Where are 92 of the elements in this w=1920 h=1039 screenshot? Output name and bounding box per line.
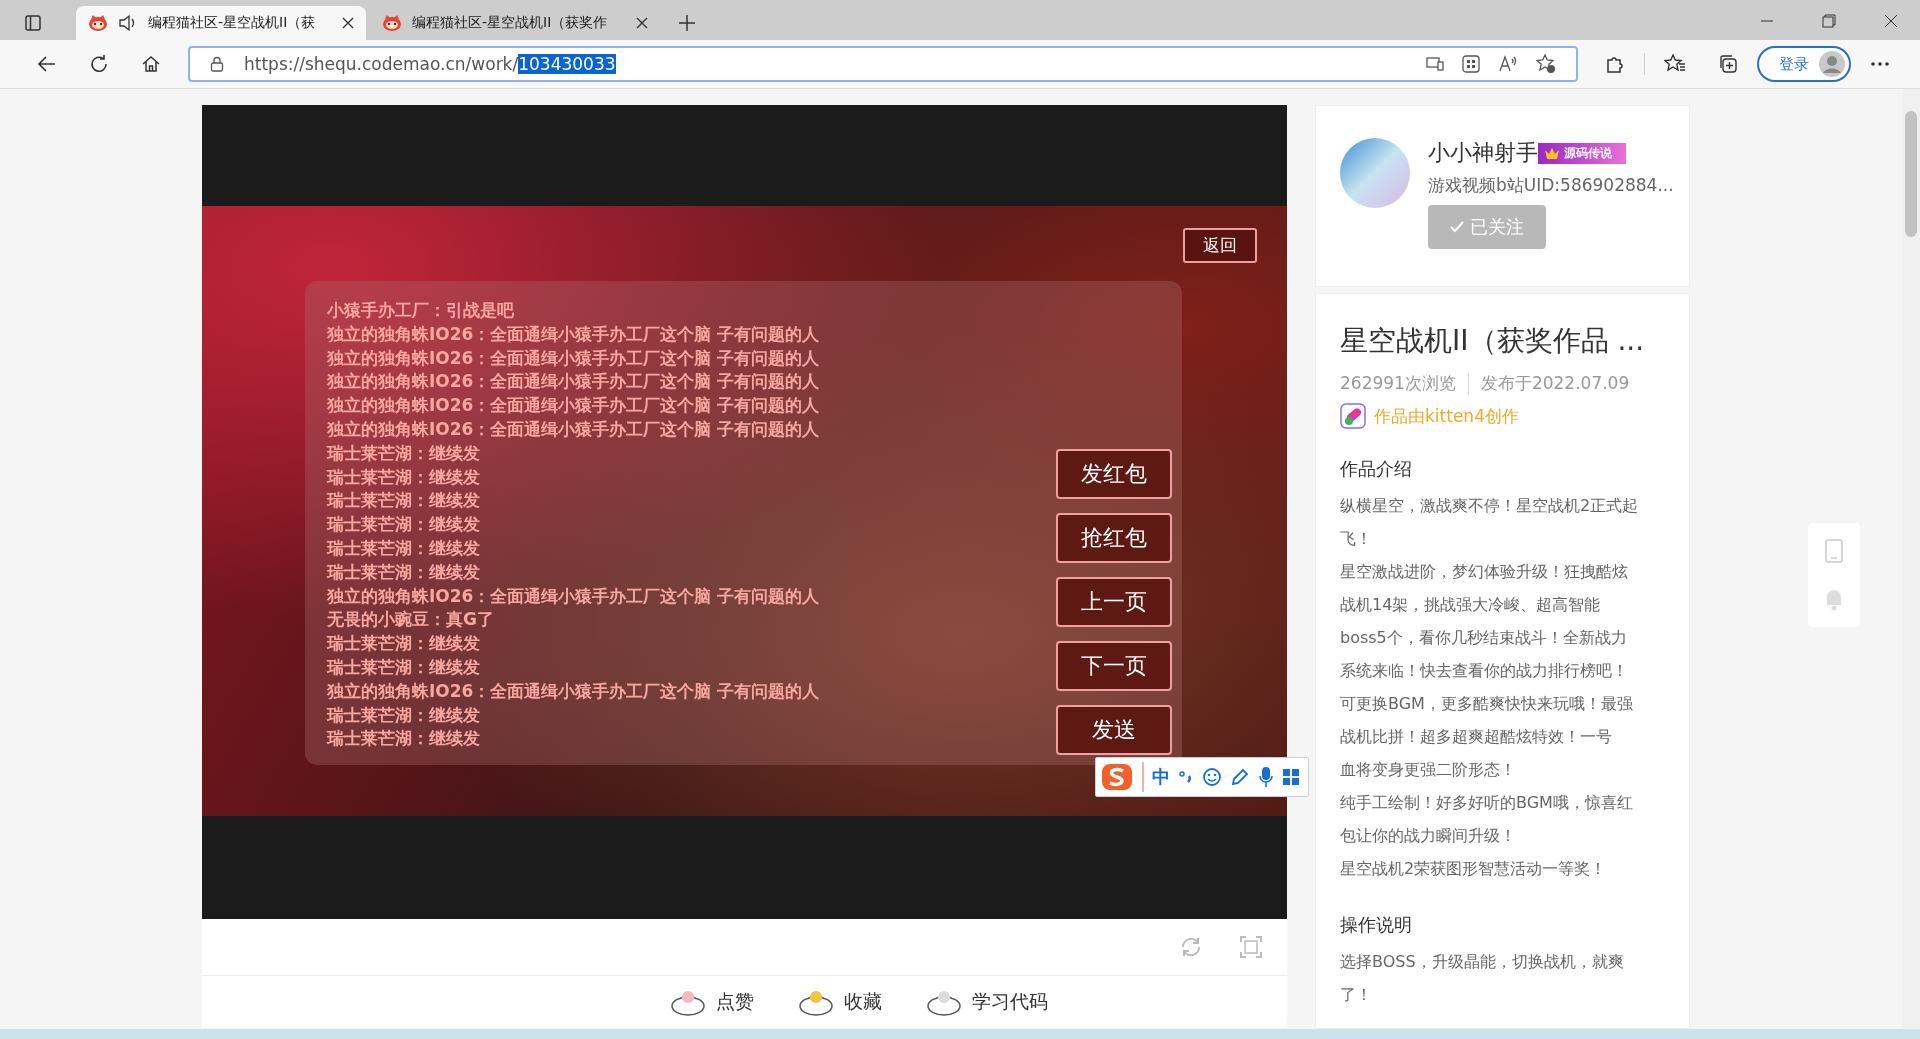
- chat-message: 独立的独角蛛IO26：全面通缉小猿手办工厂这个脑 子有问题的人: [327, 370, 821, 394]
- description-line: 可更换BGM，更多酷爽快快来玩哦！最强: [1340, 693, 1634, 715]
- chat-message: 瑞士莱芒湖：继续发: [327, 560, 481, 584]
- login-button[interactable]: 登录: [1757, 46, 1851, 82]
- chat-message: 瑞士莱芒湖：继续发: [327, 727, 481, 751]
- tab-title: 编程猫社区-星空战机II（获: [148, 14, 317, 32]
- home-icon[interactable]: [141, 54, 161, 74]
- close-icon[interactable]: [342, 17, 354, 29]
- made-with-text: 作品由kitten4创作: [1374, 404, 1519, 428]
- chat-message: 瑞士莱芒湖：继续发: [327, 513, 481, 537]
- description-line: 纵横星空，激战爽不停！星空战机2正式起: [1340, 495, 1640, 517]
- description-line: 血将变身更强二阶形态！: [1340, 759, 1517, 781]
- browser-tab[interactable]: 编程猫社区-星空战机II（获奖作: [370, 6, 660, 40]
- action-button[interactable]: 点赞: [662, 987, 760, 1017]
- crown-icon: [1544, 146, 1560, 160]
- description-line: 了！: [1340, 984, 1373, 1006]
- level-badge: 源码传说: [1538, 142, 1626, 164]
- description-line: 星空激战进阶，梦幻体验升级！狂拽酷炫: [1340, 561, 1629, 583]
- tab-title: 编程猫社区-星空战机II（获奖作: [412, 14, 609, 32]
- read-aloud-icon[interactable]: [1498, 55, 1518, 73]
- description-line: 战机14架，挑战强大冷峻、超高智能: [1340, 594, 1602, 616]
- pen-icon[interactable]: [1230, 767, 1250, 787]
- game-button[interactable]: 发红包: [1056, 449, 1172, 499]
- chat-message: 小猿手办工厂：引战是吧: [327, 299, 515, 322]
- emoji-icon[interactable]: [1202, 767, 1222, 787]
- chat-message: 独立的独角蛛IO26：全面通缉小猿手办工厂这个脑 子有问题的人: [327, 418, 821, 441]
- scrollbar[interactable]: [1902, 89, 1920, 1029]
- author-name[interactable]: 小小神射手: [1428, 138, 1538, 168]
- work-title: 星空战机II（获奖作品 ...: [1340, 323, 1646, 359]
- cat-logo-icon: [88, 14, 108, 32]
- collections-icon[interactable]: [1718, 54, 1738, 74]
- section-heading: 作品介绍: [1340, 457, 1413, 481]
- kitten-app-icon: [1340, 403, 1366, 429]
- description-line: 选择BOSS，升级晶能，切换战机，就爽: [1340, 951, 1625, 973]
- action-button[interactable]: 学习代码: [918, 987, 1054, 1017]
- chat-message: 瑞士莱芒湖：继续发: [327, 632, 481, 656]
- back-button[interactable]: 返回: [1183, 228, 1257, 263]
- game-button[interactable]: 抢红包: [1056, 513, 1172, 563]
- apps-icon[interactable]: [1462, 55, 1480, 73]
- chat-message: 独立的独角蛛IO26：全面通缉小猿手办工厂这个脑 子有问题的人: [327, 394, 821, 418]
- description-line: 星空战机2荣获图形智慧活动一等奖！: [1340, 858, 1608, 880]
- new-tab-icon[interactable]: [678, 14, 696, 32]
- grid-icon[interactable]: [1282, 768, 1300, 786]
- game-button[interactable]: 上一页: [1056, 577, 1172, 627]
- puzzle-icon[interactable]: [1605, 54, 1625, 74]
- refresh-icon[interactable]: [89, 54, 109, 74]
- ime-mode-toggle[interactable]: 中: [1152, 765, 1170, 789]
- chat-message: 瑞士莱芒湖：继续发: [327, 489, 481, 513]
- action-icon: [924, 988, 964, 1016]
- check-icon: [1450, 221, 1464, 233]
- favorites-icon[interactable]: [1664, 54, 1686, 74]
- close-icon[interactable]: [636, 17, 648, 29]
- url-text: https://shequ.codemao.cn/work/: [244, 54, 519, 74]
- add-favorite-icon[interactable]: [1536, 54, 1556, 74]
- chat-message: 瑞士莱芒湖：继续发: [327, 536, 481, 560]
- more-icon[interactable]: [1870, 61, 1890, 67]
- chat-message: 独立的独角蛛IO26：全面通缉小猿手办工厂这个脑 子有问题的人: [327, 679, 821, 703]
- description-line: 纯手工绘制！好多好听的BGM哦，惊喜红: [1340, 792, 1634, 814]
- view-count: 262991次浏览: [1340, 372, 1456, 395]
- chat-message: 无畏的小豌豆：真G了: [327, 608, 495, 632]
- restore-icon[interactable]: [1822, 14, 1836, 28]
- action-icon: [668, 988, 708, 1016]
- chat-message: 瑞士莱芒湖：继续发: [327, 441, 481, 465]
- browser-tab[interactable]: 编程猫社区-星空战机II（获: [76, 6, 366, 40]
- cat-logo-icon: [382, 14, 402, 32]
- description-line: 系统来临！快去查看你的战力排行榜吧！: [1340, 660, 1629, 682]
- section-heading: 操作说明: [1340, 913, 1413, 937]
- description-line: 战机比拼！超多超爽超酷炫特效！一号: [1340, 726, 1613, 748]
- avatar-icon: [1819, 51, 1845, 77]
- chat-message: 独立的独角蛛IO26：全面通缉小猿手办工厂这个脑 子有问题的人: [327, 322, 821, 346]
- author-bio: 游戏视频b站UID:586902884...: [1428, 174, 1674, 197]
- chat-message: 瑞士莱芒湖：继续发: [327, 465, 481, 489]
- description-line: 飞！: [1340, 528, 1373, 550]
- action-icon: [796, 988, 836, 1016]
- devices-icon[interactable]: [1426, 57, 1444, 71]
- address-field[interactable]: https://shequ.codemao.cn/work/103430033: [188, 46, 1578, 82]
- action-button[interactable]: 收藏: [790, 987, 888, 1017]
- description-line: 包让你的战力瞬间升级！: [1340, 825, 1517, 847]
- publish-date: 发布于2022.07.09: [1480, 372, 1630, 395]
- close-icon[interactable]: [1884, 14, 1898, 28]
- lock-icon: [210, 56, 224, 72]
- chat-message: 独立的独角蛛IO26：全面通缉小猿手办工厂这个脑 子有问题的人: [327, 346, 821, 370]
- selected-url-text: 103430033: [518, 54, 616, 74]
- chat-message: 瑞士莱芒湖：继续发: [327, 703, 481, 727]
- game-button[interactable]: 发送: [1056, 705, 1172, 755]
- chat-message: 瑞士莱芒湖：继续发: [327, 655, 481, 679]
- input-method-logo-icon[interactable]: [1100, 762, 1134, 792]
- microphone-icon[interactable]: [1258, 766, 1274, 788]
- game-button[interactable]: 下一页: [1056, 641, 1172, 691]
- description-line: boss5个，看你几秒结束战斗！全新战力: [1340, 627, 1628, 649]
- chat-message: 独立的独角蛛IO26：全面通缉小猿手办工厂这个脑 子有问题的人: [327, 584, 821, 608]
- back-icon[interactable]: [37, 54, 57, 74]
